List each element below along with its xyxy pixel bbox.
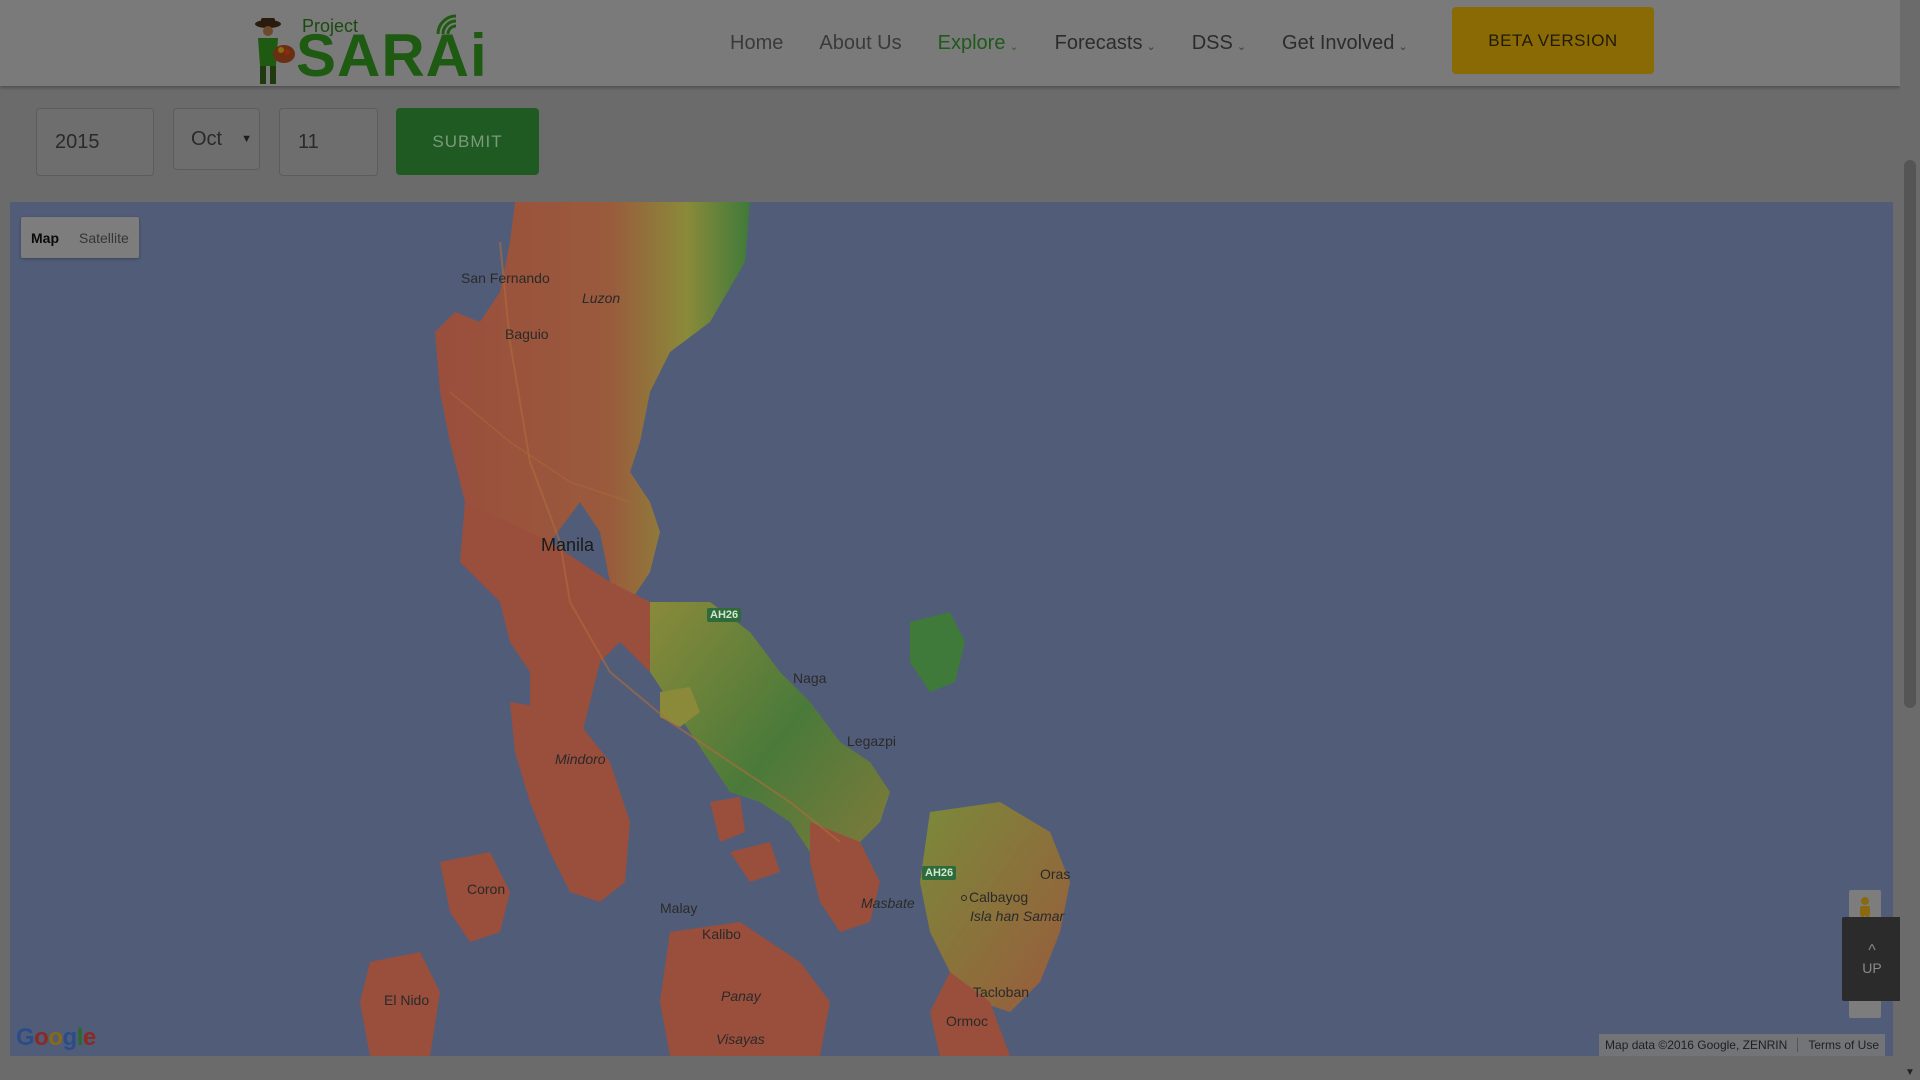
nav-forecasts[interactable]: Forecasts ⌄ [1055,28,1156,58]
place-label: Calbayog [961,889,1028,905]
nav-get-involved[interactable]: Get Involved ⌄ [1282,28,1408,58]
google-logo: Google [16,1024,96,1051]
place-label: Visayas [716,1031,765,1047]
nav-forecasts-label: Forecasts [1054,31,1143,54]
map-attribution: Map data ©2016 Google, ZENRIN Terms of U… [1599,1034,1885,1056]
beta-version-button[interactable]: BETA VERSION [1452,7,1654,74]
place-label: Panay [721,988,761,1004]
place-label: Coron [467,881,506,897]
map-type-map-option[interactable]: Map [21,217,69,258]
nav-home-label: Home [730,31,784,54]
dropdown-arrow-icon: ▼ [241,133,252,145]
farmer-mascot-icon [255,18,295,84]
scroll-up-button[interactable]: ^ UP [1842,917,1902,1001]
nav-about-label: About Us [819,31,902,54]
chevron-down-icon: ⌄ [1146,40,1156,53]
chevron-down-icon: ⌄ [1398,40,1408,53]
page-scrollbar[interactable]: ▼ [1900,0,1920,1080]
year-input[interactable]: 2015 [36,108,154,176]
map-land-layer [360,202,1070,1056]
scroll-down-arrow-icon[interactable]: ▼ [1905,1067,1915,1078]
terms-of-use-link[interactable]: Terms of Use [1808,1038,1879,1052]
place-label: Oras [1040,866,1071,882]
map-type-satellite-option[interactable]: Satellite [69,217,139,258]
place-label: Ormoc [946,1013,988,1029]
day-input[interactable]: 11 [279,108,378,176]
map-type-control: Map Satellite [21,217,139,258]
highway-shield: AH26 [707,608,742,622]
place-label: Mindoro [555,751,606,767]
place-label: San Fernando [461,270,550,286]
scroll-up-label: UP [1862,960,1882,976]
place-label: Naga [793,670,827,686]
place-label: Legazpi [847,733,897,749]
place-label: Baguio [505,326,549,342]
chevron-down-icon: ⌄ [1009,40,1019,53]
caret-up-icon: ^ [1868,942,1876,959]
place-label: Masbate [861,895,915,911]
nav-explore[interactable]: Explore ⌄ [938,28,1019,58]
map-canvas[interactable]: Map Satellite San Fernando Luzon Baguio … [10,202,1893,1056]
main-nav: Home About Us Explore ⌄ Forecasts ⌄ DSS … [730,28,1444,58]
project-sarai-logo[interactable]: Project SARAi [248,12,487,86]
month-select[interactable]: Oct ▼ [173,108,260,170]
place-label: Tacloban [973,984,1030,1000]
month-select-value: Oct [191,127,223,150]
site-header: Project SARAi Home About Us Explore ⌄ Fo… [0,0,1900,86]
chevron-down-icon: ⌄ [1236,40,1247,53]
place-label: Kalibo [702,926,741,942]
place-label: Luzon [582,290,621,306]
divider [1797,1038,1799,1052]
scrollbar-thumb[interactable] [1904,160,1916,708]
place-label: Malay [660,900,698,916]
place-label: Isla han Samar [970,908,1065,924]
place-label: Manila [541,535,595,555]
nav-dss-label: DSS [1191,31,1233,54]
nav-about-us[interactable]: About Us [819,28,901,58]
nav-home[interactable]: Home [730,28,783,58]
place-label: El Nido [384,992,430,1008]
map-data-credit: Map data ©2016 Google, ZENRIN [1605,1038,1788,1052]
nav-dss[interactable]: DSS ⌄ [1192,28,1246,58]
city-dot-icon [961,895,967,902]
submit-button[interactable]: SUBMIT [396,108,539,175]
highway-shield: AH26 [922,866,957,880]
nav-explore-label: Explore [937,31,1006,54]
signal-waves-icon [436,14,457,35]
nav-involved-label: Get Involved [1282,31,1395,54]
